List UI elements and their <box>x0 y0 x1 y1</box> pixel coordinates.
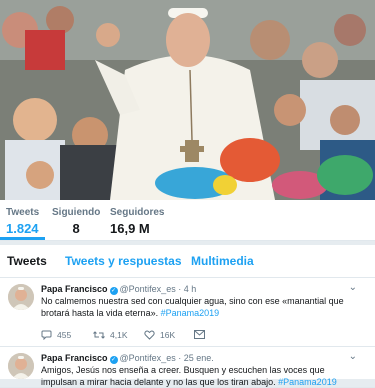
tweet[interactable]: Papa Francisco ✓ @Pontifex_es · 4 h ⌄ No c… <box>0 278 375 347</box>
tweet-actions: 455 4,1K 16K <box>41 330 341 342</box>
verified-badge-icon: ✓ <box>109 287 118 295</box>
avatar[interactable] <box>8 284 34 310</box>
retweet-button[interactable]: 4,1K <box>93 330 128 340</box>
reply-button[interactable]: 455 <box>41 330 71 340</box>
author-handle[interactable]: @Pontifex_es <box>120 353 176 363</box>
reply-icon <box>41 330 52 340</box>
author-name[interactable]: Papa Francisco <box>41 284 108 294</box>
profile-header-photo <box>0 0 375 200</box>
stat-followers-label: Seguidores <box>110 207 165 218</box>
like-icon <box>144 330 155 340</box>
stat-following[interactable]: Siguiendo 8 <box>46 207 106 237</box>
tweet-header: Papa Francisco ✓ @Pontifex_es · 4 h <box>41 284 196 295</box>
stat-followers[interactable]: Seguidores 16,9 M <box>104 207 170 237</box>
tweet-feed: Tweets Tweets y respuestas Multimedia Pa… <box>0 245 375 388</box>
author-name[interactable]: Papa Francisco <box>41 353 108 363</box>
tab-tweets[interactable]: Tweets <box>7 254 47 268</box>
tweet-time[interactable]: · 4 h <box>178 284 196 294</box>
tab-tweets-and-replies[interactable]: Tweets y respuestas <box>65 254 182 268</box>
chevron-down-icon[interactable]: ⌄ <box>349 351 357 362</box>
stat-following-value: 8 <box>72 221 80 236</box>
avatar[interactable] <box>8 353 34 379</box>
retweet-count: 4,1K <box>110 330 128 340</box>
retweet-icon <box>93 331 105 339</box>
tweet-time[interactable]: · 25 ene. <box>178 353 214 363</box>
tweet[interactable]: Papa Francisco ✓ @Pontifex_es · 25 ene. ⌄ … <box>0 347 375 388</box>
message-button[interactable] <box>194 330 205 339</box>
tab-media[interactable]: Multimedia <box>191 254 254 268</box>
stat-followers-value: 16,9 M <box>110 221 150 236</box>
stat-tweets-label: Tweets <box>6 207 40 218</box>
author-handle[interactable]: @Pontifex_es <box>120 284 176 294</box>
stat-following-label: Siguiendo <box>52 207 101 218</box>
verified-badge-icon: ✓ <box>109 356 118 364</box>
tweet-text: Amigos, Jesús nos enseña a creer. Busque… <box>41 365 359 388</box>
profile-stats-bar: Tweets 1.824 Siguiendo 8 Seguidores 16,9… <box>0 200 375 241</box>
like-button[interactable]: 16K <box>144 330 175 340</box>
like-count: 16K <box>160 330 176 340</box>
reply-count: 455 <box>57 330 72 340</box>
stat-tweets[interactable]: Tweets 1.824 <box>0 207 46 240</box>
tweet-header: Papa Francisco ✓ @Pontifex_es · 25 ene. <box>41 353 214 364</box>
hashtag-link[interactable]: #Panama2019 <box>161 308 220 318</box>
chevron-down-icon[interactable]: ⌄ <box>349 282 357 293</box>
timeline-tabs: Tweets Tweets y respuestas Multimedia <box>0 245 375 278</box>
stat-tweets-value: 1.824 <box>6 221 39 236</box>
message-icon <box>194 330 205 339</box>
hashtag-link[interactable]: #Panama2019 <box>278 377 337 387</box>
tweet-text: No calmemos nuestra sed con cualquier ag… <box>41 296 359 319</box>
